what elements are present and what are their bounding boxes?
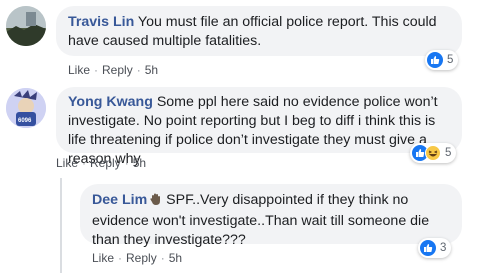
- avatar[interactable]: 6096: [6, 88, 46, 128]
- comment-actions: Like · Reply · 5h: [68, 62, 158, 78]
- reaction-count: 5: [445, 147, 452, 159]
- comment-author[interactable]: Dee Lim: [92, 192, 147, 208]
- comment-author[interactable]: Travis Lin: [68, 14, 134, 30]
- separator: ·: [82, 156, 87, 170]
- comment-bubble: Travis Lin You must file an official pol…: [56, 6, 462, 56]
- separator: ·: [160, 251, 165, 265]
- like-reaction-icon: [427, 52, 443, 68]
- reply-link[interactable]: Reply: [102, 63, 133, 77]
- reaction-count: 3: [440, 242, 447, 254]
- timestamp[interactable]: 5h: [169, 251, 182, 265]
- comment-actions: Like · Reply · 5h: [92, 250, 182, 266]
- separator: ·: [94, 63, 99, 77]
- reply-thread-line: [60, 178, 62, 273]
- separator: ·: [118, 251, 123, 265]
- separator: ·: [124, 156, 129, 170]
- reply-link[interactable]: Reply: [126, 251, 157, 265]
- timestamp[interactable]: 5h: [133, 156, 146, 170]
- comment-bubble: Yong Kwang Some ppl here said no evidenc…: [56, 87, 462, 167]
- separator: ·: [136, 63, 141, 77]
- avatar[interactable]: [6, 6, 46, 46]
- like-link[interactable]: Like: [92, 251, 114, 265]
- like-link[interactable]: Like: [56, 156, 78, 170]
- like-reaction-icon: [420, 240, 436, 256]
- comment-bubble: Dee Lim SPF..Very disappointed if they t…: [80, 184, 462, 248]
- reaction-summary[interactable]: 5: [425, 50, 459, 70]
- comment-actions: Like · Reply · 5h: [56, 155, 146, 171]
- hand-emoji-icon: [149, 193, 162, 212]
- comment-author[interactable]: Yong Kwang: [68, 94, 153, 110]
- like-link[interactable]: Like: [68, 63, 90, 77]
- reaction-summary[interactable]: 3: [418, 238, 452, 258]
- avatar-badge: 6096: [18, 118, 32, 124]
- reaction-summary[interactable]: 5: [410, 143, 457, 163]
- landscape-avatar-image: [6, 6, 46, 46]
- timestamp[interactable]: 5h: [145, 63, 158, 77]
- haha-reaction-icon: [425, 145, 441, 161]
- reaction-count: 5: [447, 54, 454, 66]
- reply-link[interactable]: Reply: [90, 156, 121, 170]
